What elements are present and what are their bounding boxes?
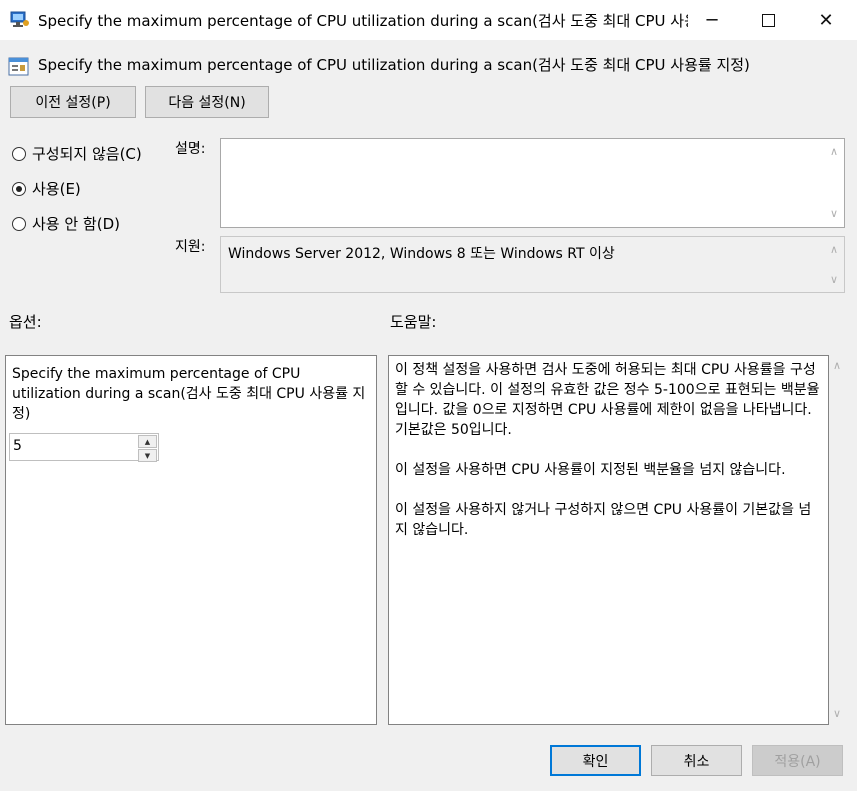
window-title: Specify the maximum percentage of CPU ut… <box>38 12 688 30</box>
options-panel: Specify the maximum percentage of CPU ut… <box>5 355 377 725</box>
cpu-percentage-spinner[interactable]: 5 ▲ ▼ <box>9 433 159 462</box>
radio-enabled[interactable]: 사용(E) <box>12 178 81 199</box>
radio-button[interactable] <box>12 216 26 231</box>
next-setting-button[interactable]: 다음 설정(N) <box>145 86 269 118</box>
spin-up-icon[interactable]: ▲ <box>138 435 157 448</box>
supported-value: Windows Server 2012, Windows 8 또는 Window… <box>228 246 615 262</box>
cancel-button[interactable]: 취소 <box>651 745 742 776</box>
radio-not-configured[interactable]: 구성되지 않음(C) <box>12 143 142 164</box>
apply-button: 적용(A) <box>752 745 843 776</box>
help-paragraph: 이 설정을 사용하지 않거나 구성하지 않으면 CPU 사용률이 기본값을 넘지… <box>395 502 812 538</box>
help-text: 이 정책 설정을 사용하면 검사 도중에 허용되는 최대 CPU 사용률을 구성… <box>395 360 823 560</box>
close-icon: ✕ <box>818 9 834 31</box>
maximize-button[interactable] <box>739 0 797 40</box>
policy-setting-icon <box>8 55 30 77</box>
previous-setting-button[interactable]: 이전 설정(P) <box>10 86 136 118</box>
spinner-value[interactable]: 5 <box>13 438 22 454</box>
comment-label: 설명: <box>175 141 206 157</box>
radio-label: 사용 안 함(D) <box>32 215 120 233</box>
close-button[interactable]: ✕ <box>797 0 855 40</box>
policy-title: Specify the maximum percentage of CPU ut… <box>38 56 750 74</box>
radio-button[interactable] <box>12 146 26 161</box>
maximize-icon <box>761 13 775 27</box>
minimize-button[interactable]: ─ <box>683 0 741 40</box>
help-panel: 이 정책 설정을 사용하면 검사 도중에 허용되는 최대 CPU 사용률을 구성… <box>388 355 829 725</box>
help-scrollbar[interactable]: ∧ ∨ <box>829 355 845 725</box>
option-description: Specify the maximum percentage of CPU ut… <box>12 366 366 422</box>
scroll-down-icon[interactable]: ∨ <box>828 273 840 287</box>
options-label: 옵션: <box>9 313 42 331</box>
scroll-down-icon[interactable]: ∨ <box>828 207 840 221</box>
scroll-up-icon[interactable]: ∧ <box>828 145 840 159</box>
help-label: 도움말: <box>390 313 437 331</box>
supported-on-box: Windows Server 2012, Windows 8 또는 Window… <box>220 236 845 293</box>
scroll-up-icon[interactable]: ∧ <box>831 359 843 373</box>
radio-button[interactable] <box>12 181 26 196</box>
scroll-up-icon[interactable]: ∧ <box>828 243 840 257</box>
radio-disabled[interactable]: 사용 안 함(D) <box>12 213 120 234</box>
ok-button[interactable]: 확인 <box>550 745 641 776</box>
comment-textbox[interactable]: ∧ ∨ <box>220 138 845 228</box>
radio-label: 사용(E) <box>32 180 81 198</box>
radio-label: 구성되지 않음(C) <box>32 145 142 163</box>
help-paragraph: 이 정책 설정을 사용하면 검사 도중에 허용되는 최대 CPU 사용률을 구성… <box>395 362 820 438</box>
supported-label: 지원: <box>175 239 206 255</box>
help-paragraph: 이 설정을 사용하면 CPU 사용률이 지정된 백분율을 넘지 않습니다. <box>395 462 786 478</box>
title-bar[interactable]: Specify the maximum percentage of CPU ut… <box>0 0 857 40</box>
scroll-down-icon[interactable]: ∨ <box>831 707 843 721</box>
minimize-icon: ─ <box>706 9 718 31</box>
policy-app-icon <box>10 10 30 28</box>
spin-down-icon[interactable]: ▼ <box>138 449 157 462</box>
